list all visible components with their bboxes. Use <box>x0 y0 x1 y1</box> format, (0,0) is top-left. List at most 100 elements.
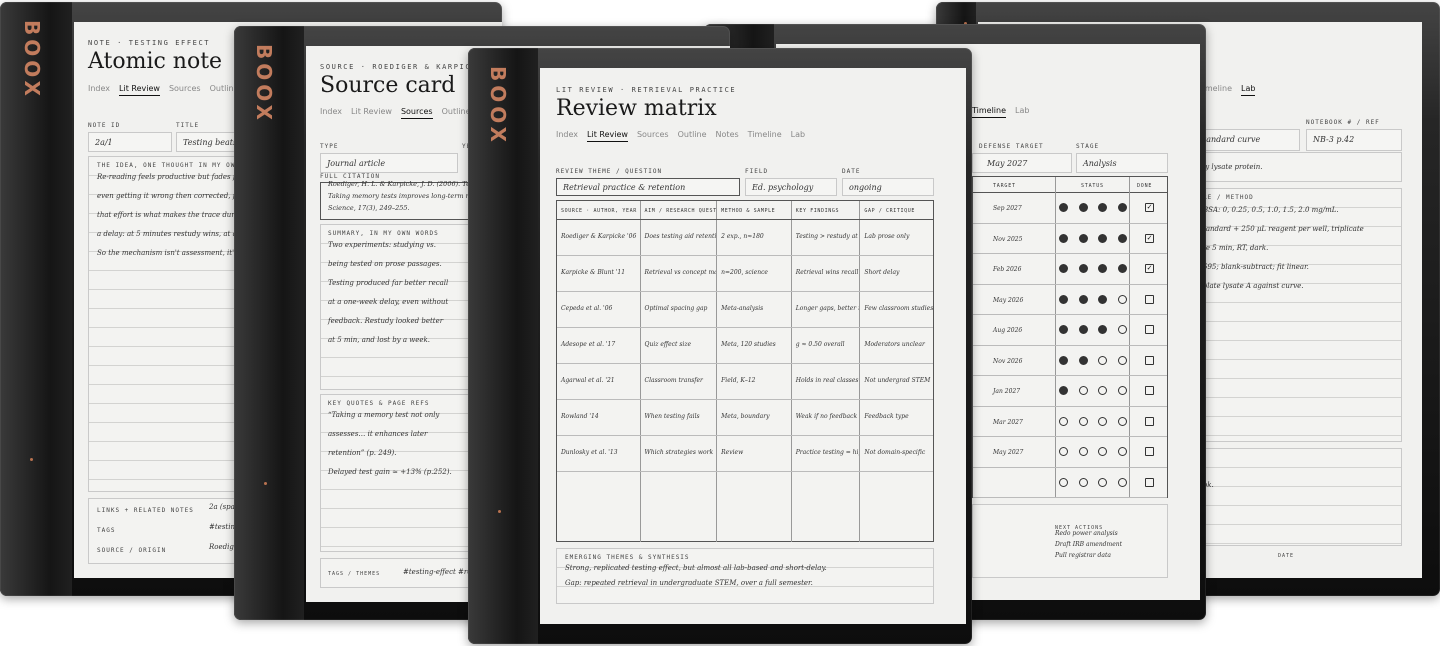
status-dot[interactable] <box>1059 477 1068 487</box>
tab-sources[interactable]: Sources <box>637 130 669 142</box>
status-dot[interactable] <box>1059 233 1068 243</box>
curve-field[interactable]: tandard curve <box>1196 129 1300 151</box>
status-dot[interactable] <box>1078 386 1088 395</box>
tab-lit-review[interactable]: Lit Review <box>587 130 628 142</box>
done-checkbox[interactable] <box>1145 294 1154 304</box>
table-row[interactable] <box>557 472 933 542</box>
status-dot[interactable] <box>1078 447 1088 456</box>
tab-index[interactable]: Index <box>556 130 578 142</box>
status-dot[interactable] <box>1059 386 1068 395</box>
stage-field[interactable]: Analysis <box>1076 153 1168 173</box>
status-dot[interactable] <box>1098 447 1107 456</box>
done-checkbox[interactable] <box>1145 325 1154 334</box>
done-checkbox[interactable] <box>1145 416 1154 426</box>
milestone-row[interactable]: Mar 2027 <box>973 407 1167 437</box>
defense-target-field[interactable]: May 2027 <box>972 153 1072 173</box>
status-dot[interactable] <box>1117 477 1127 487</box>
status-dot[interactable] <box>1117 233 1127 243</box>
next-action[interactable]: Draft IRB amendment <box>1055 539 1122 550</box>
table-row[interactable]: Cepeda et al. '06 Optimal spacing gap Me… <box>557 292 933 328</box>
status-dot[interactable] <box>1098 233 1107 243</box>
table-row[interactable]: Dunlosky et al. '13 Which strategies wor… <box>557 436 933 472</box>
status-dot[interactable] <box>1059 355 1068 365</box>
milestone-row[interactable]: May 2027 <box>973 437 1167 468</box>
citation-box[interactable]: Roediger, H. L. & Karpicke, J. D. (2006)… <box>320 180 496 220</box>
method-box[interactable]: RE / METHOD BSA: 0, 0.25, 0.5, 1.0, 1.5,… <box>1196 188 1402 442</box>
status-dot[interactable] <box>1098 294 1107 304</box>
status-dot[interactable] <box>1098 416 1107 426</box>
tab-lit-review[interactable]: Lit Review <box>119 84 160 96</box>
done-checkbox[interactable]: ✓ <box>1145 233 1154 243</box>
status-dot[interactable] <box>1117 325 1127 334</box>
status-dot[interactable] <box>1059 294 1068 304</box>
status-dot[interactable] <box>1059 203 1068 212</box>
status-dot[interactable] <box>1078 294 1088 304</box>
milestone-row[interactable]: Sep 2027 ✓ <box>973 193 1167 224</box>
table-row[interactable]: Karpicke & Blunt '11 Retrieval vs concep… <box>557 256 933 292</box>
status-dot[interactable] <box>1059 447 1068 456</box>
status-dot[interactable] <box>1078 264 1088 273</box>
quotes-box[interactable]: KEY QUOTES & PAGE REFS “Taking a memory … <box>320 394 480 552</box>
tab-lab[interactable]: Lab <box>1015 106 1029 118</box>
table-row[interactable]: Rowland '14 When testing fails Meta, bou… <box>557 400 933 436</box>
note-id-field[interactable]: 2a/1 <box>88 132 172 152</box>
milestone-row[interactable]: Nov 2025 ✓ <box>973 224 1167 254</box>
tab-timeline[interactable]: Timeline <box>972 106 1007 118</box>
status-dot[interactable] <box>1098 325 1107 334</box>
next-action[interactable]: Redo power analysis <box>1055 528 1118 539</box>
status-dot[interactable] <box>1098 264 1107 273</box>
status-dot[interactable] <box>1059 416 1068 426</box>
tab-index[interactable]: Index <box>320 107 342 119</box>
summary-box[interactable]: SUMMARY, IN MY OWN WORDS Two experiments… <box>320 224 480 390</box>
result-box[interactable]: ok. <box>1196 448 1402 546</box>
milestone-row[interactable]: Nov 2026 <box>973 346 1167 376</box>
tab-lab[interactable]: Lab <box>791 130 805 142</box>
themes-box[interactable]: EMERGING THEMES & SYNTHESIS Strong, repl… <box>556 548 934 604</box>
milestone-row[interactable]: May 2026 <box>973 285 1167 315</box>
theme-field[interactable]: Retrieval practice & retention <box>556 178 740 196</box>
done-checkbox[interactable]: ✓ <box>1145 203 1154 212</box>
tab-timeline[interactable]: Timeline <box>748 130 782 142</box>
status-dot[interactable] <box>1078 203 1088 212</box>
status-dot[interactable] <box>1117 447 1127 456</box>
tags-value[interactable]: #testing-effect #retr <box>403 563 478 582</box>
status-dot[interactable] <box>1098 386 1107 395</box>
status-dot[interactable] <box>1098 477 1107 487</box>
field-field[interactable]: Ed. psychology <box>745 178 837 196</box>
tab-notes[interactable]: Notes <box>716 130 739 142</box>
tab-outline[interactable]: Outline <box>442 107 471 119</box>
milestone-row[interactable] <box>973 468 1167 498</box>
status-dot[interactable] <box>1078 355 1088 365</box>
status-dot[interactable] <box>1078 477 1088 487</box>
aim-box[interactable]: ly lysate protein. <box>1196 152 1402 182</box>
status-dot[interactable] <box>1098 355 1107 365</box>
tab-lit-review[interactable]: Lit Review <box>351 107 392 119</box>
done-checkbox[interactable] <box>1145 355 1154 365</box>
status-dot[interactable] <box>1078 325 1088 334</box>
done-checkbox[interactable] <box>1145 447 1154 456</box>
status-dot[interactable] <box>1098 203 1107 212</box>
status-dot[interactable] <box>1078 233 1088 243</box>
status-dot[interactable] <box>1117 264 1127 273</box>
milestone-row[interactable]: Aug 2026 <box>973 315 1167 346</box>
table-row[interactable]: Agarwal et al. '21 Classroom transfer Fi… <box>557 364 933 400</box>
date-field[interactable]: ongoing <box>842 178 934 196</box>
done-checkbox[interactable] <box>1145 477 1154 487</box>
tab-lab[interactable]: Lab <box>1241 84 1256 96</box>
table-row[interactable]: Roediger & Karpicke '06 Does testing aid… <box>557 220 933 256</box>
type-field[interactable]: Journal article <box>320 153 458 173</box>
tab-sources[interactable]: Sources <box>400 107 433 119</box>
status-dot[interactable] <box>1117 294 1127 304</box>
done-checkbox[interactable]: ✓ <box>1145 264 1154 273</box>
status-dot[interactable] <box>1059 264 1068 273</box>
status-dot[interactable] <box>1117 355 1127 365</box>
tab-outline[interactable]: Outline <box>678 130 707 142</box>
tab-index[interactable]: Index <box>88 84 110 96</box>
table-row[interactable]: Adesope et al. '17 Quiz effect size Meta… <box>557 328 933 364</box>
status-dot[interactable] <box>1117 416 1127 426</box>
done-checkbox[interactable] <box>1145 386 1154 395</box>
next-action[interactable]: Pull registrar data <box>1055 550 1111 561</box>
milestone-row[interactable]: Jan 2027 <box>973 376 1167 407</box>
notebook-field[interactable]: NB-3 p.42 <box>1306 129 1402 151</box>
status-dot[interactable] <box>1117 386 1127 395</box>
